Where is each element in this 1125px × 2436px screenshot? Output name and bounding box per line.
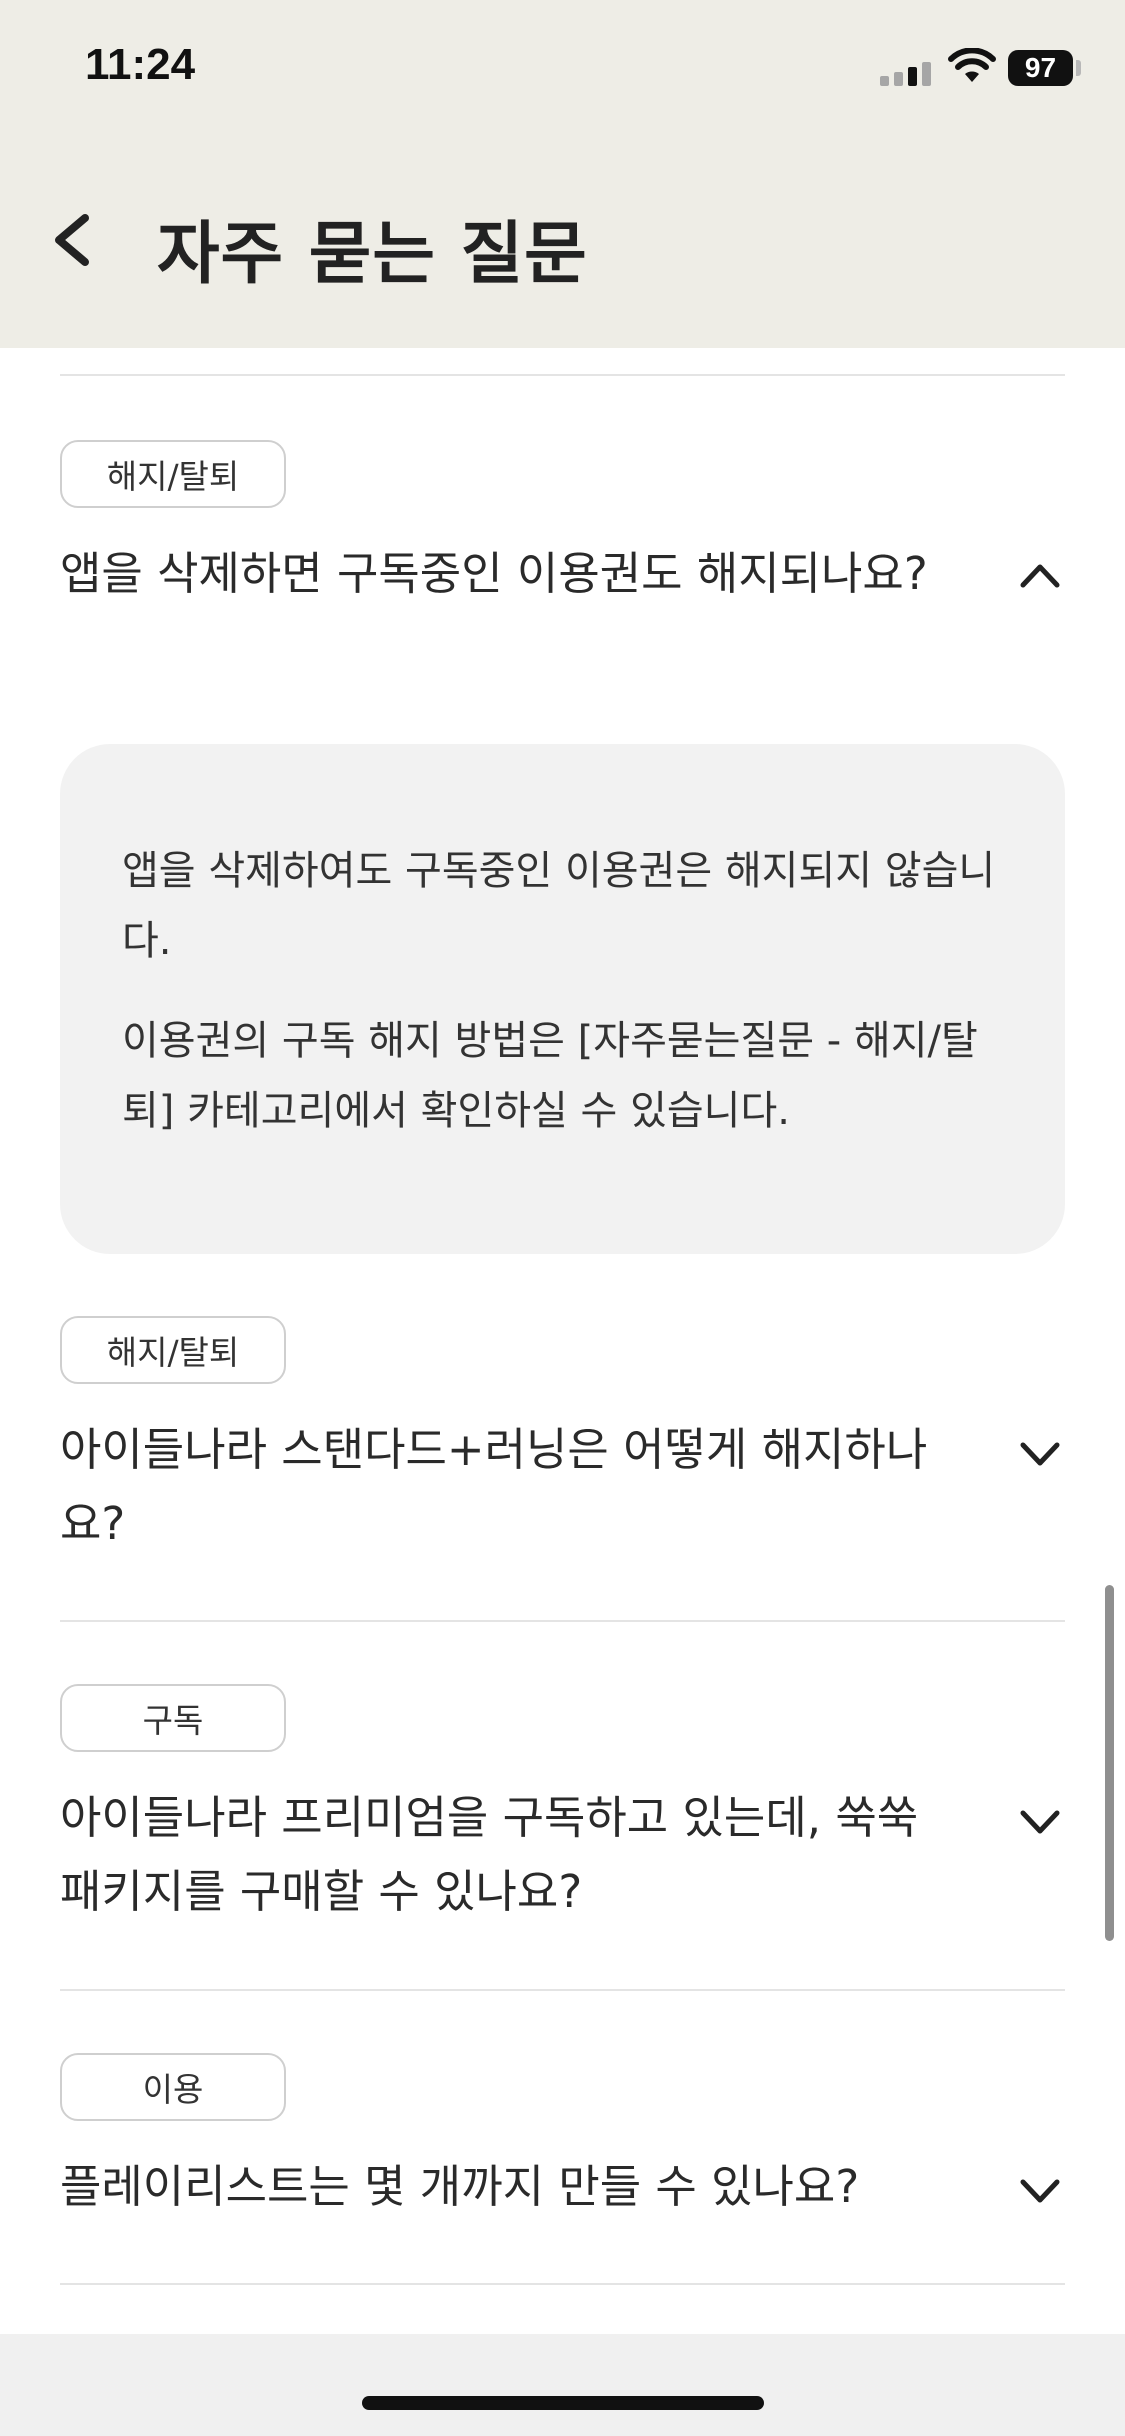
list-divider bbox=[60, 1989, 1065, 1991]
bottom-safe-area bbox=[0, 2334, 1125, 2436]
chevron-left-icon[interactable] bbox=[45, 200, 105, 280]
page-title: 자주 묻는 질문 bbox=[157, 215, 588, 294]
battery-tip bbox=[1076, 60, 1081, 76]
category-tag: 이용 bbox=[60, 2053, 286, 2121]
chevron-up-icon[interactable] bbox=[1015, 555, 1065, 595]
chevron-down-icon[interactable] bbox=[1015, 2170, 1065, 2210]
battery-icon: 97 bbox=[1008, 50, 1073, 86]
faq-question[interactable]: 플레이리스트는 몇 개까지 만들 수 있나요? bbox=[60, 2150, 940, 2224]
list-divider bbox=[60, 374, 1065, 376]
faq-question[interactable]: 아이들나라 스탠다드+러닝은 어떻게 해지하나요? bbox=[60, 1413, 940, 1561]
app-header: 11:24 97 자주 묻는 질문 bbox=[0, 0, 1125, 348]
status-time: 11:24 bbox=[85, 40, 196, 89]
category-tag: 해지/탈퇴 bbox=[60, 440, 286, 508]
list-divider bbox=[60, 2283, 1065, 2285]
scrollbar[interactable] bbox=[1105, 1585, 1114, 1941]
battery-level: 97 bbox=[1024, 52, 1057, 83]
category-tag: 해지/탈퇴 bbox=[60, 1316, 286, 1384]
faq-question[interactable]: 앱을 삭제하면 구독중인 이용권도 해지되나요? bbox=[60, 537, 940, 611]
answer-paragraph: 이용권의 구독 해지 방법은 [자주묻는질문 - 해지/탈퇴] 카테고리에서 확… bbox=[122, 1018, 978, 1134]
cellular-signal-icon bbox=[880, 62, 931, 86]
chevron-down-icon[interactable] bbox=[1015, 1801, 1065, 1841]
answer-paragraph: 앱을 삭제하여도 구독중인 이용권은 해지되지 않습니다. bbox=[122, 848, 996, 964]
faq-answer: 앱을 삭제하여도 구독중인 이용권은 해지되지 않습니다. 이용권의 구독 해지… bbox=[60, 744, 1065, 1254]
category-tag: 구독 bbox=[60, 1684, 286, 1752]
wifi-icon bbox=[948, 48, 996, 82]
list-divider bbox=[60, 1620, 1065, 1622]
home-indicator[interactable] bbox=[362, 2396, 764, 2410]
faq-question[interactable]: 아이들나라 프리미엄을 구독하고 있는데, 쑥쑥패키지를 구매할 수 있나요? bbox=[60, 1781, 940, 1929]
chevron-down-icon[interactable] bbox=[1015, 1433, 1065, 1473]
